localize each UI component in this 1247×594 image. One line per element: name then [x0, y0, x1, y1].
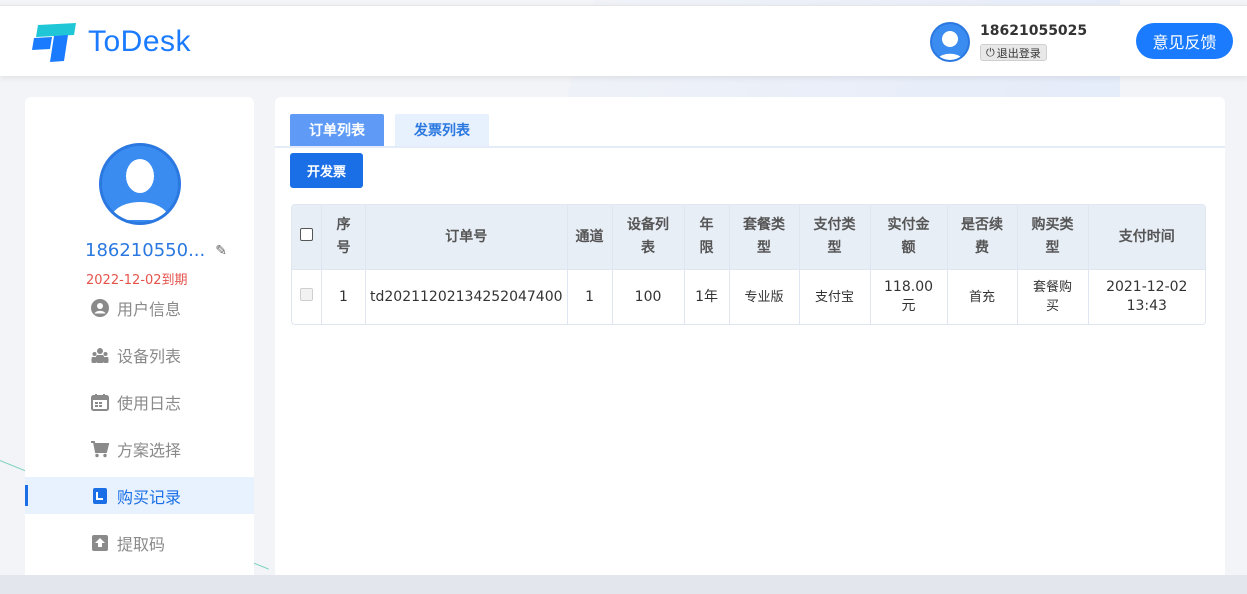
col-devices: 设备列表: [612, 205, 685, 269]
cell-devices: 100: [612, 269, 685, 324]
sidebar-item-label: 提取码: [117, 534, 166, 554]
cell-years: 1年: [684, 269, 730, 324]
avatar[interactable]: [930, 22, 970, 62]
calendar-icon: [91, 393, 109, 411]
select-all-checkbox[interactable]: [300, 227, 313, 241]
row-select-cell: [292, 269, 322, 324]
sidebar-item-extract-code[interactable]: 提取码: [25, 524, 254, 561]
order-table: 序号 订单号 通道 设备列表 年限 套餐类型 支付类型 实付金额 是否续费 购买…: [291, 204, 1206, 325]
sidebar-item-logs[interactable]: 使用日志: [25, 383, 254, 420]
col-buy-type: 购买类型: [1017, 205, 1089, 269]
sidebar-item-label: 购买记录: [117, 487, 182, 507]
user-avatar-icon: [936, 31, 964, 60]
profile-username: 186210550... ✎: [85, 240, 227, 261]
row-checkbox[interactable]: [300, 287, 313, 301]
sidebar-item-user-info[interactable]: 用户信息: [25, 289, 254, 326]
brand-logo[interactable]: ToDesk: [32, 21, 191, 63]
user-phone: 18621055025: [980, 23, 1088, 39]
user-box: 18621055025 ⏻ 退出登录: [930, 22, 1087, 62]
select-all-cell: [292, 205, 322, 269]
sidebar-item-purchase-records[interactable]: 购买记录: [25, 477, 254, 514]
top-header: ToDesk 18621055025 ⏻ 退出登录 意见反馈: [0, 5, 1247, 76]
logout-label: 退出登录: [996, 46, 1041, 60]
table-row: 1 td20211202134252047400 1 100 1年 专业版 支付…: [292, 269, 1205, 324]
sidebar-item-label: 用户信息: [117, 299, 182, 319]
col-index: 序号: [322, 205, 366, 269]
cell-renew: 首充: [947, 269, 1018, 324]
col-pay-time: 支付时间: [1088, 205, 1205, 269]
col-years: 年限: [684, 205, 730, 269]
power-icon: ⏻: [986, 45, 995, 59]
sidebar-menu: 用户信息 设备列表 使用日志 方案选择 购买记录 提取码: [25, 289, 254, 571]
profile-avatar: [99, 143, 181, 225]
tab-order-list[interactable]: 订单列表: [290, 114, 384, 146]
sidebar-item-label: 使用日志: [117, 393, 182, 413]
cell-order-no: td20211202134252047400: [366, 269, 568, 324]
feedback-button[interactable]: 意见反馈: [1136, 23, 1233, 59]
receipt-icon: [91, 487, 109, 505]
sidebar-item-label: 方案选择: [117, 440, 182, 460]
cell-pay-type: 支付宝: [799, 269, 871, 324]
cell-channel: 1: [567, 269, 613, 324]
cell-index: 1: [322, 269, 366, 324]
cell-plan: 专业版: [729, 269, 800, 324]
col-channel: 通道: [567, 205, 613, 269]
inbox-icon: [91, 534, 109, 552]
col-plan: 套餐类型: [729, 205, 800, 269]
cart-icon: [91, 440, 109, 458]
user-circle-icon: [91, 298, 109, 317]
sidebar: 186210550... ✎ 2022-12-02到期 用户信息 设备列表 使用…: [25, 97, 254, 577]
issue-invoice-button[interactable]: 开发票: [290, 153, 363, 188]
cell-buy-type: 套餐购买: [1017, 269, 1089, 324]
sidebar-item-devices[interactable]: 设备列表: [25, 336, 254, 373]
edit-icon[interactable]: ✎: [215, 243, 227, 259]
logout-button[interactable]: ⏻ 退出登录: [980, 44, 1047, 61]
table-header-row: 序号 订单号 通道 设备列表 年限 套餐类型 支付类型 实付金额 是否续费 购买…: [292, 205, 1205, 269]
col-order-no: 订单号: [366, 205, 568, 269]
tab-invoice-list[interactable]: 发票列表: [395, 114, 489, 146]
group-icon: [91, 346, 109, 364]
cell-pay-time: 2021-12-02 13:43: [1088, 269, 1205, 324]
sidebar-item-plans[interactable]: 方案选择: [25, 430, 254, 467]
tab-divider: [275, 146, 1225, 148]
cell-amount: 118.00元: [870, 269, 948, 324]
col-renew: 是否续费: [947, 205, 1018, 269]
col-amount: 实付金额: [870, 205, 948, 269]
col-pay-type: 支付类型: [799, 205, 871, 269]
todesk-logo-icon: [32, 23, 76, 62]
username-text: 186210550...: [85, 240, 206, 261]
user-avatar-icon: [110, 159, 170, 220]
main-panel: 订单列表 发票列表 开发票 序号 订单号 通道 设备列表 年限 套餐类型 支付类…: [275, 97, 1225, 577]
sidebar-item-label: 设备列表: [117, 346, 182, 366]
bottom-strip: [0, 575, 1247, 594]
brand-name: ToDesk: [88, 25, 192, 58]
expire-date: 2022-12-02到期: [86, 273, 188, 288]
tab-bar: 订单列表 发票列表: [290, 114, 500, 146]
